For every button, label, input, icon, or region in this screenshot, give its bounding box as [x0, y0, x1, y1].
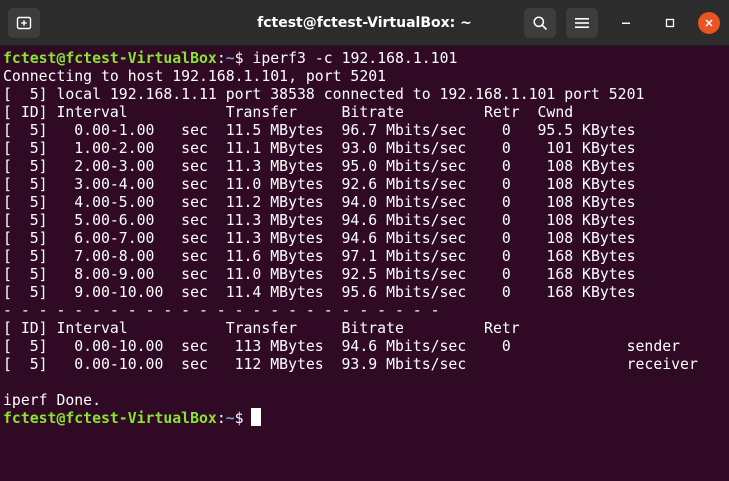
minimize-button[interactable] — [616, 13, 636, 33]
close-icon — [705, 19, 713, 27]
output-line: [ 5] 3.00-4.00 sec 11.0 MBytes 92.6 Mbit… — [3, 176, 636, 193]
output-line: [ 5] 0.00-10.00 sec 113 MBytes 94.6 Mbit… — [3, 338, 681, 355]
command-text: iperf3 -c 192.168.1.101 — [243, 50, 458, 67]
maximize-icon — [665, 18, 675, 28]
output-line: [ 5] 1.00-2.00 sec 11.1 MBytes 93.0 Mbit… — [3, 140, 636, 157]
search-button[interactable] — [524, 8, 556, 38]
output-line: iperf Done. — [3, 392, 101, 409]
prompt-line-command: fctest@fctest-VirtualBox:~$ iperf3 -c 19… — [3, 50, 457, 68]
output-line: [ 5] 6.00-7.00 sec 11.3 MBytes 94.6 Mbit… — [3, 230, 636, 247]
output-line: [ 5] 8.00-9.00 sec 11.0 MBytes 92.5 Mbit… — [3, 266, 636, 283]
prompt-symbol: $ — [234, 50, 244, 67]
prompt-user-host: fctest@fctest-VirtualBox — [3, 50, 217, 67]
prompt-user-host: fctest@fctest-VirtualBox — [3, 410, 217, 427]
text-cursor — [251, 408, 261, 426]
maximize-button[interactable] — [660, 13, 680, 33]
close-button[interactable] — [698, 12, 720, 34]
prompt-line-current: fctest@fctest-VirtualBox:~$ — [3, 410, 244, 428]
prompt-path: ~ — [225, 410, 235, 427]
output-line: [ 5] local 192.168.1.11 port 38538 conne… — [3, 86, 645, 103]
output-line: [ 5] 2.00-3.00 sec 11.3 MBytes 95.0 Mbit… — [3, 158, 636, 175]
minimize-icon — [622, 22, 630, 24]
prompt-colon: : — [216, 410, 226, 427]
separator-line: - - - - - - - - - - - - - - - - - - - - … — [3, 302, 440, 319]
prompt-path: ~ — [225, 50, 235, 67]
output-line: Connecting to host 192.168.1.101, port 5… — [3, 68, 387, 85]
hamburger-menu-icon — [575, 18, 589, 28]
search-icon — [533, 16, 547, 30]
prompt-symbol: $ — [234, 410, 244, 427]
terminal-window: fctest@fctest-VirtualBox: ~ fctest@fctes… — [0, 0, 729, 481]
output-line: [ ID] Interval Transfer Bitrate Retr Cwn… — [3, 104, 574, 121]
output-line: [ 5] 4.00-5.00 sec 11.2 MBytes 94.0 Mbit… — [3, 194, 636, 211]
terminal-output[interactable]: fctest@fctest-VirtualBox:~$ iperf3 -c 19… — [0, 50, 729, 481]
prompt-colon: : — [216, 50, 226, 67]
title-bar: fctest@fctest-VirtualBox: ~ — [0, 0, 729, 46]
output-line: [ 5] 0.00-10.00 sec 112 MBytes 93.9 Mbit… — [3, 356, 698, 373]
output-line: [ 5] 0.00-1.00 sec 11.5 MBytes 96.7 Mbit… — [3, 122, 636, 139]
output-line: [ 5] 5.00-6.00 sec 11.3 MBytes 94.6 Mbit… — [3, 212, 636, 229]
output-line: [ 5] 7.00-8.00 sec 11.6 MBytes 97.1 Mbit… — [3, 248, 636, 265]
output-line: [ 5] 9.00-10.00 sec 11.4 MBytes 95.6 Mbi… — [3, 284, 636, 301]
new-tab-button[interactable] — [8, 8, 40, 38]
output-line: [ ID] Interval Transfer Bitrate Retr — [3, 320, 520, 337]
menu-button[interactable] — [566, 8, 598, 38]
new-tab-icon — [16, 16, 32, 30]
